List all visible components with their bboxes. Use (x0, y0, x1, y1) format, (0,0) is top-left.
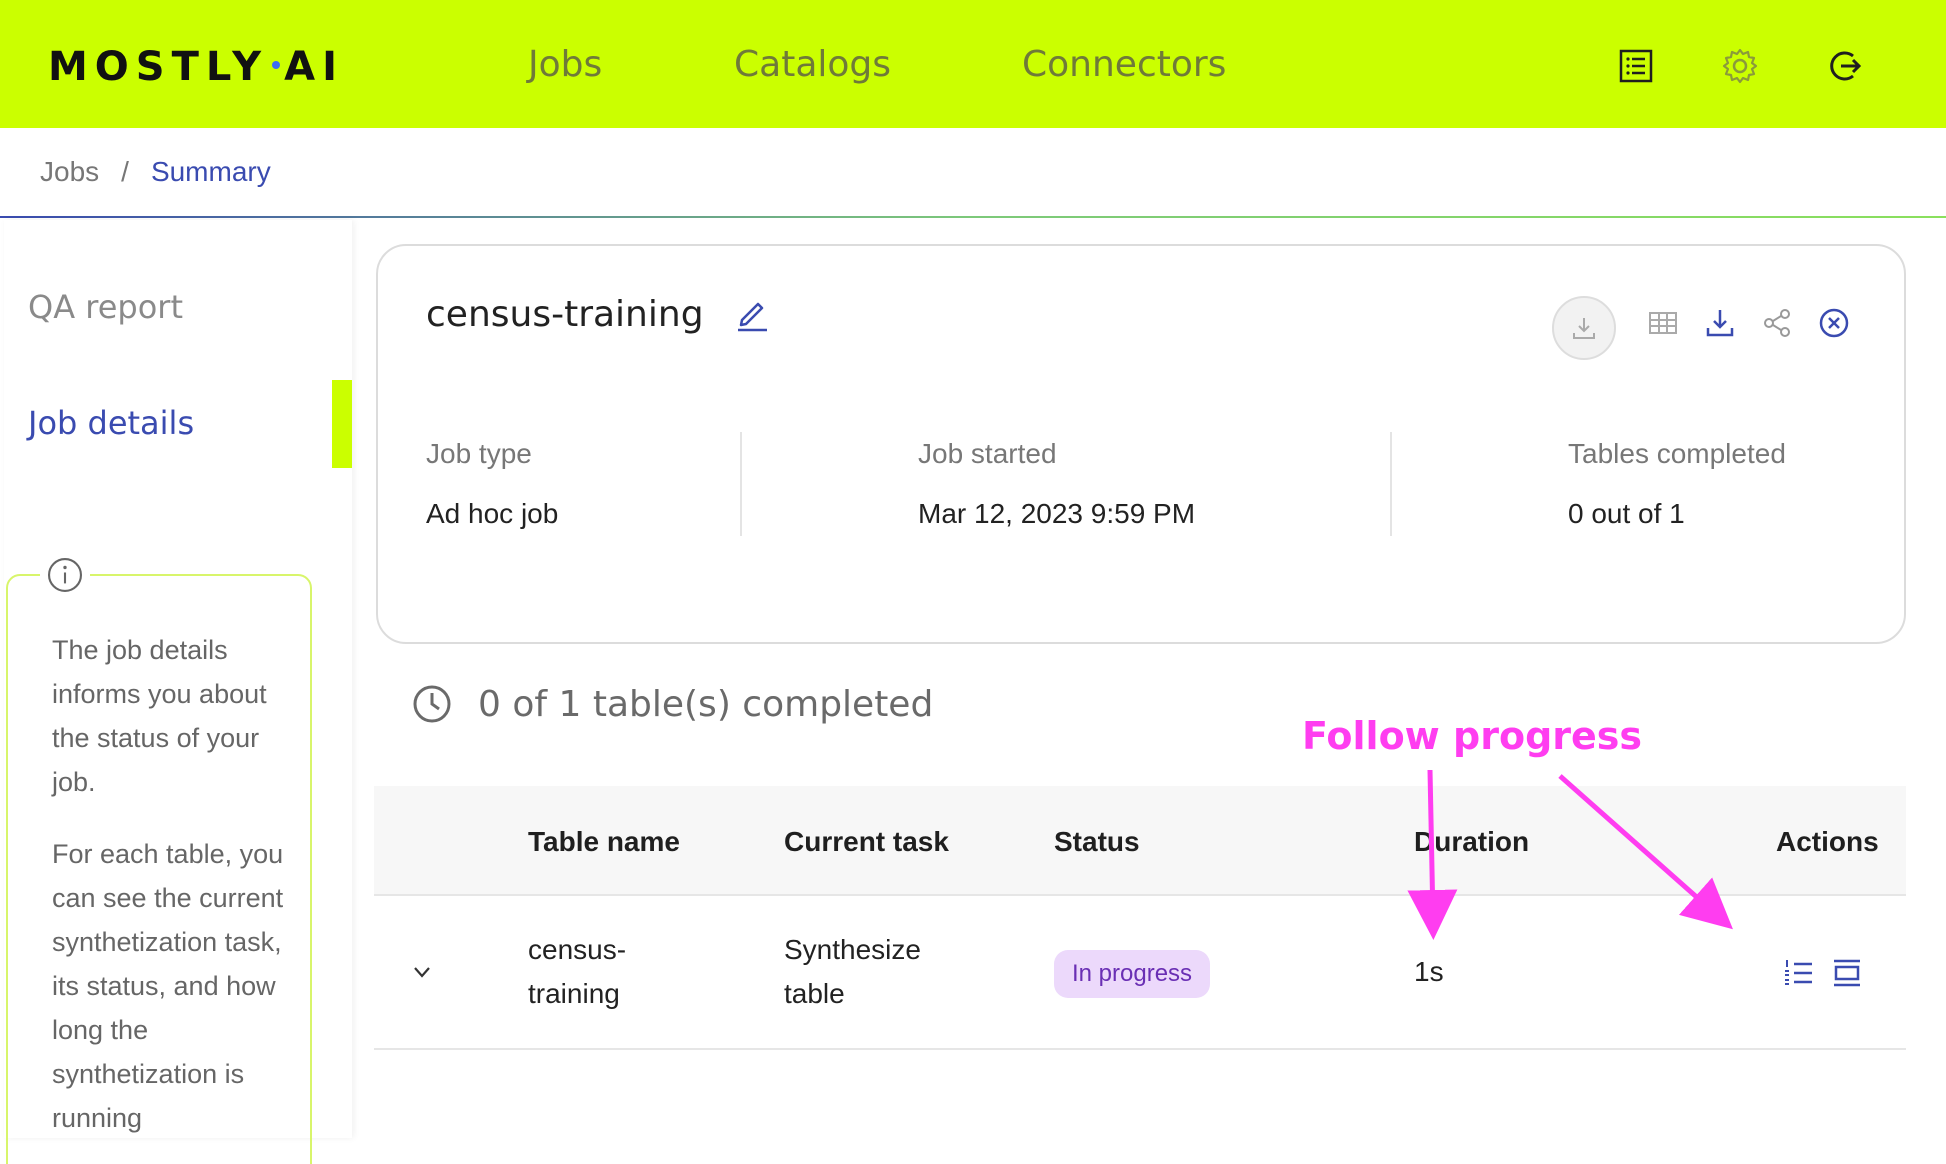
header-divider (0, 216, 1946, 218)
log-list-icon[interactable] (1782, 956, 1816, 990)
job-summary-card: census-training Job type Ad hoc job Job … (376, 244, 1906, 644)
annotation-follow-progress: Follow progress (1302, 714, 1643, 758)
progress-summary: 0 of 1 table(s) completed (410, 682, 933, 726)
column-header-current-task: Current task (784, 826, 949, 857)
nav-jobs[interactable]: Jobs (528, 44, 602, 85)
info-paragraph-2: For each table, you can see the current … (52, 839, 284, 1133)
meta-divider (740, 432, 742, 536)
column-header-duration: Duration (1414, 826, 1530, 857)
job-type-label: Job type (426, 438, 532, 469)
breadcrumb-separator: / (121, 156, 129, 187)
job-started-label: Job started (918, 438, 1057, 469)
chevron-down-icon[interactable] (408, 958, 436, 986)
table-icon[interactable] (1646, 306, 1680, 340)
tables-completed-label: Tables completed (1568, 438, 1786, 469)
progress-summary-text: 0 of 1 table(s) completed (478, 683, 934, 725)
sidebar-active-indicator (332, 380, 352, 468)
logo-text-right: AI (284, 44, 344, 90)
download-circle-button[interactable] (1552, 296, 1616, 360)
column-header-status: Status (1054, 826, 1140, 857)
breadcrumb-summary: Summary (150, 156, 271, 187)
mostly-ai-logo[interactable]: MOSTLY AI (48, 44, 344, 90)
breadcrumb-jobs[interactable]: Jobs (40, 156, 99, 187)
nav-connectors[interactable]: Connectors (1022, 44, 1226, 85)
list-icon[interactable] (1616, 46, 1656, 86)
job-type-value: Ad hoc job (426, 498, 559, 529)
job-title: census-training (426, 294, 704, 335)
job-started-value: Mar 12, 2023 9:59 PM (918, 498, 1196, 529)
table-row: census-training Synthesize table In prog… (374, 896, 1906, 1050)
info-icon (40, 550, 90, 600)
sidebar-item-qa-report[interactable]: QA report (28, 288, 183, 326)
download-circle-icon (1573, 318, 1595, 339)
logout-icon[interactable] (1824, 46, 1864, 86)
current-task-cell: Synthesize table (784, 934, 921, 1009)
share-icon[interactable] (1760, 306, 1794, 340)
top-nav-bar: MOSTLY AI Jobs Catalogs Connectors (0, 0, 1946, 128)
logo-dot (272, 61, 281, 69)
status-badge: In progress (1054, 950, 1211, 998)
tables-completed-value: 0 out of 1 (1568, 498, 1685, 529)
edit-icon[interactable] (734, 296, 770, 332)
column-header-actions: Actions (1776, 826, 1879, 857)
table-name-cell: census-training (528, 934, 627, 1009)
cancel-icon[interactable] (1817, 306, 1851, 340)
table-header: Table name Current task Status Duration … (374, 786, 1906, 896)
logo-text-left: MOSTLY (48, 44, 269, 90)
gear-icon[interactable] (1720, 46, 1760, 86)
meta-divider (1390, 432, 1392, 536)
duration-cell: 1s (1414, 956, 1444, 987)
clock-icon (413, 685, 451, 723)
info-paragraph-1: The job details informs you about the st… (52, 635, 267, 797)
sidebar-item-job-details[interactable]: Job details (28, 404, 194, 442)
progress-details-icon[interactable] (1830, 956, 1864, 990)
breadcrumb: Jobs / Summary (40, 156, 271, 188)
download-icon[interactable] (1703, 306, 1737, 340)
nav-catalogs[interactable]: Catalogs (734, 44, 891, 85)
column-header-table-name: Table name (528, 826, 680, 857)
